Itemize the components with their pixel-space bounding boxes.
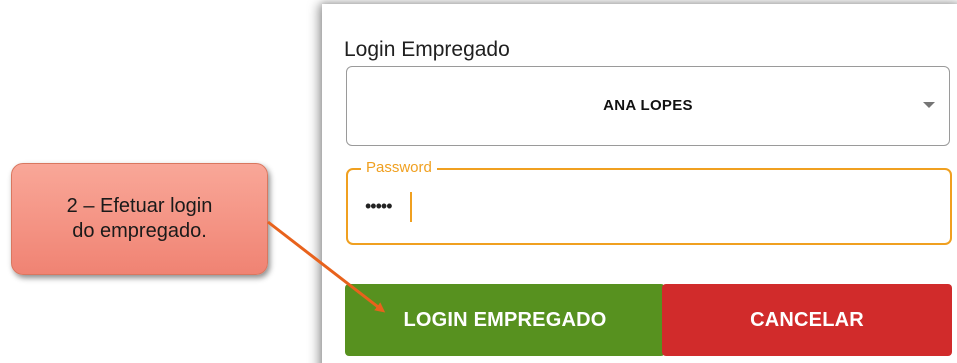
annotation-callout: 2 – Efetuar login do empregado. [11,163,268,275]
dialog-title: Login Empregado [344,38,510,61]
password-field[interactable]: Password ••••• [346,159,952,245]
login-dialog: Login Empregado ANA LOPES Password •••••… [322,4,957,363]
employee-select-value: ANA LOPES [603,97,693,114]
password-label: Password [361,159,437,177]
text-cursor [410,192,412,222]
annotation-text: 2 – Efetuar login do empregado. [66,195,213,242]
screenshot-stage: Login Empregado ANA LOPES Password •••••… [0,0,957,363]
employee-select[interactable]: ANA LOPES [346,66,950,146]
password-masked-value: ••••• [365,196,392,216]
dropdown-caret-icon [923,102,935,108]
cancel-button[interactable]: CANCELAR [662,284,952,356]
login-employee-button[interactable]: LOGIN EMPREGADO [345,284,665,356]
